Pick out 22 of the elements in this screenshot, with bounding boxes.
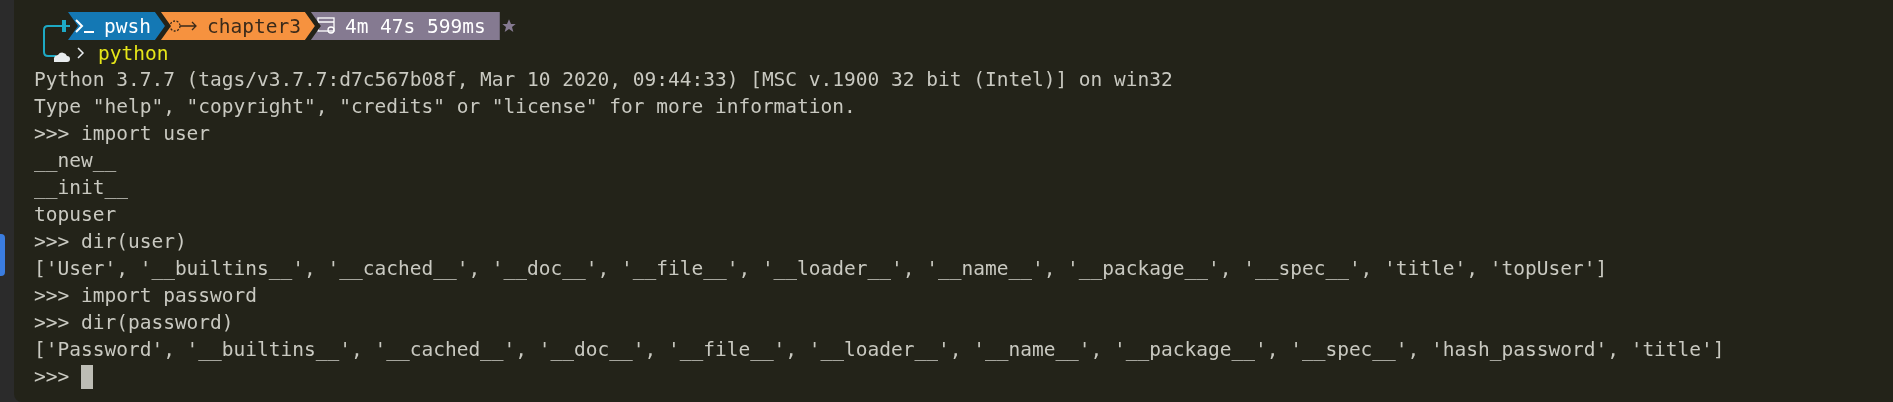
terminal-icon (74, 18, 96, 34)
segment-label: chapter3 (206, 13, 301, 40)
output-line: topuser (34, 202, 118, 228)
output-line: __new__ (34, 148, 118, 174)
segment-label: pwsh (104, 13, 151, 40)
active-tab-indicator (0, 234, 5, 276)
segment-label: 4m 47s 599ms (344, 13, 486, 40)
output-line: __init__ (34, 175, 129, 201)
output-line: Type "help", "copyright", "credits" or "license" for more information. (34, 94, 857, 120)
output-line: ['User', '__builtins__', '__cached__', '__doc__', '__file__', '__loader__', '__name__', '__package__', '__spec__', 'title', 'topUser'] (34, 256, 1609, 282)
text-cursor (81, 364, 94, 389)
output-line: >>> dir(password) (34, 310, 235, 336)
command-text: python (98, 40, 169, 67)
repl-prompt: >>> (34, 364, 70, 390)
output-line: >>> import user (34, 121, 212, 147)
output-line: >>> dir(user) (34, 229, 188, 255)
output-line: >>> import password (34, 283, 259, 309)
chevron-icon (76, 46, 86, 60)
stopwatch-window-icon (316, 17, 337, 35)
output-line: ['Password', '__builtins__', '__cached__', '__doc__', '__file__', '__loader__', '__name__', '__package__', '__spec__', 'hash_password', 'title'] (34, 337, 1726, 363)
star-icon (500, 18, 517, 34)
output-line: Python 3.7.7 (tags/v3.7.7:d7c567b08f, Mar 10 2020, 09:44:33) [MSC v.1900 32 bit (Intel)] on win32 (34, 67, 1174, 93)
